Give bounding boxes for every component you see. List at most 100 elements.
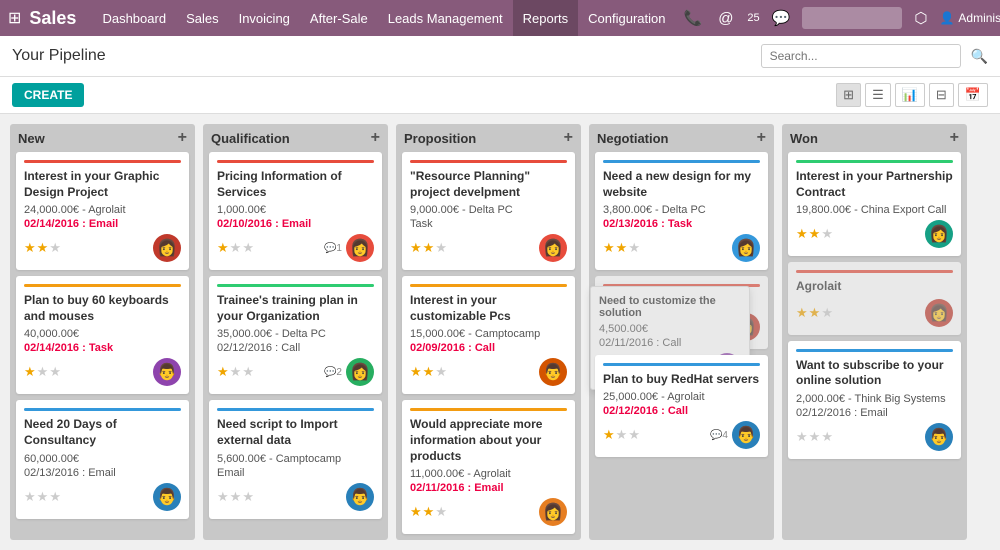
star-icon[interactable]: ★: [230, 240, 242, 256]
card-title: Agrolait: [796, 279, 953, 295]
kanban-card[interactable]: Want to subscribe to your online solutio…: [788, 341, 961, 459]
toolbar: CREATE ⊞ ☰ 📊 ⊟ 📅: [0, 77, 1000, 114]
card-color-bar: [410, 284, 567, 287]
phone-icon[interactable]: 📞: [680, 9, 707, 27]
kanban-card[interactable]: Need 20 Days of Consultancy60,000.00€02/…: [16, 400, 189, 518]
kanban-card[interactable]: Need to customize the solution 4,500.00€…: [595, 276, 768, 349]
kanban-card[interactable]: "Resource Planning" project develpment9,…: [402, 152, 575, 270]
kanban-card[interactable]: Need a new design for my website3,800.00…: [595, 152, 768, 270]
star-icon[interactable]: ★: [809, 305, 821, 321]
star-icon[interactable]: ★: [410, 240, 422, 256]
nav-aftersale[interactable]: After-Sale: [300, 0, 378, 36]
col-add-btn-proposition[interactable]: +: [564, 130, 573, 146]
user-menu[interactable]: 👤 Administrator ▼: [939, 11, 1000, 25]
star-icon[interactable]: ★: [217, 240, 229, 256]
star-icon[interactable]: ★: [821, 305, 833, 321]
star-icon[interactable]: ★: [809, 226, 821, 242]
at-count: 25: [747, 12, 759, 24]
kanban-view-btn[interactable]: ⊞: [836, 83, 861, 107]
col-add-btn-won[interactable]: +: [950, 130, 959, 146]
card-footer: ★★★👨: [24, 483, 181, 511]
card-stars: ★★★: [410, 504, 447, 520]
nav-reports[interactable]: Reports: [513, 0, 579, 36]
kanban-card[interactable]: Would appreciate more information about …: [402, 400, 575, 534]
signin-icon[interactable]: ⬡: [910, 9, 931, 27]
star-icon[interactable]: ★: [410, 364, 422, 380]
col-add-btn-negotiation[interactable]: +: [757, 130, 766, 146]
star-icon[interactable]: ★: [242, 240, 254, 256]
kanban-card[interactable]: Interest in your customizable Pcs15,000.…: [402, 276, 575, 394]
chart-view-btn[interactable]: 📊: [895, 83, 925, 107]
star-icon[interactable]: ★: [603, 427, 615, 443]
nav-sales[interactable]: Sales: [176, 0, 229, 36]
star-icon[interactable]: ★: [49, 489, 61, 505]
card-color-bar: [24, 408, 181, 411]
kanban-card[interactable]: Need script to Import external data5,600…: [209, 400, 382, 518]
star-icon[interactable]: ★: [821, 429, 833, 445]
star-icon[interactable]: ★: [821, 226, 833, 242]
at-icon[interactable]: @: [714, 10, 737, 27]
star-icon[interactable]: ★: [242, 364, 254, 380]
star-icon[interactable]: ★: [628, 427, 640, 443]
kanban-card[interactable]: Plan to buy 60 keyboards and mouses40,00…: [16, 276, 189, 394]
star-icon[interactable]: ★: [37, 364, 49, 380]
apps-icon[interactable]: ⊞: [8, 8, 21, 28]
star-icon[interactable]: ★: [423, 364, 435, 380]
card-amount: 5,600.00€ - Camptocamp: [217, 453, 374, 465]
star-icon[interactable]: ★: [242, 489, 254, 505]
star-icon[interactable]: ★: [49, 364, 61, 380]
search-icon[interactable]: 🔍: [971, 48, 988, 65]
star-icon[interactable]: ★: [603, 240, 615, 256]
star-icon[interactable]: ★: [217, 489, 229, 505]
tooltip-title: Need to customize the solution: [599, 295, 741, 319]
star-icon[interactable]: ★: [37, 240, 49, 256]
col-header-qualification: Qualification+: [203, 124, 388, 152]
calendar-view-btn[interactable]: 📅: [958, 83, 988, 107]
star-icon[interactable]: ★: [616, 240, 628, 256]
search-input[interactable]: [761, 44, 961, 68]
nav-dashboard[interactable]: Dashboard: [92, 0, 176, 36]
card-title: Plan to buy 60 keyboards and mouses: [24, 293, 181, 324]
star-icon[interactable]: ★: [230, 489, 242, 505]
star-icon[interactable]: ★: [796, 226, 808, 242]
star-icon[interactable]: ★: [37, 489, 49, 505]
nav-leads[interactable]: Leads Management: [378, 0, 513, 36]
star-icon[interactable]: ★: [616, 427, 628, 443]
col-proposition: Proposition+"Resource Planning" project …: [396, 124, 581, 540]
star-icon[interactable]: ★: [230, 364, 242, 380]
nav-configuration[interactable]: Configuration: [578, 0, 675, 36]
star-icon[interactable]: ★: [796, 305, 808, 321]
star-icon[interactable]: ★: [435, 240, 447, 256]
star-icon[interactable]: ★: [796, 429, 808, 445]
tooltip-date: 02/11/2016 : Call: [599, 337, 741, 349]
star-icon[interactable]: ★: [628, 240, 640, 256]
star-icon[interactable]: ★: [435, 504, 447, 520]
kanban-card[interactable]: Trainee's training plan in your Organiza…: [209, 276, 382, 394]
star-icon[interactable]: ★: [809, 429, 821, 445]
chat-icon[interactable]: 💬: [768, 9, 795, 27]
nav-invoicing[interactable]: Invoicing: [229, 0, 300, 36]
kanban-card[interactable]: Plan to buy RedHat servers25,000.00€ - A…: [595, 355, 768, 458]
col-add-btn-new[interactable]: +: [178, 130, 187, 146]
star-icon[interactable]: ★: [24, 364, 36, 380]
nav-search[interactable]: [802, 7, 902, 29]
star-icon[interactable]: ★: [410, 504, 422, 520]
card-avatar: 👩: [346, 234, 374, 262]
star-icon[interactable]: ★: [49, 240, 61, 256]
star-icon[interactable]: ★: [217, 364, 229, 380]
star-icon[interactable]: ★: [423, 504, 435, 520]
star-icon[interactable]: ★: [24, 489, 36, 505]
grid-view-btn[interactable]: ⊟: [929, 83, 954, 107]
create-button[interactable]: CREATE: [12, 83, 84, 107]
star-icon[interactable]: ★: [435, 364, 447, 380]
card-stars: ★★★: [217, 240, 254, 256]
star-icon[interactable]: ★: [24, 240, 36, 256]
kanban-card[interactable]: Pricing Information of Services1,000.00€…: [209, 152, 382, 270]
kanban-card[interactable]: Agrolait★★★👩: [788, 262, 961, 335]
kanban-card[interactable]: Interest in your Graphic Design Project2…: [16, 152, 189, 270]
list-view-btn[interactable]: ☰: [865, 83, 891, 107]
col-add-btn-qualification[interactable]: +: [371, 130, 380, 146]
kanban-card[interactable]: Interest in your Partnership Contract19,…: [788, 152, 961, 256]
star-icon[interactable]: ★: [423, 240, 435, 256]
card-stars: ★★★: [24, 364, 61, 380]
